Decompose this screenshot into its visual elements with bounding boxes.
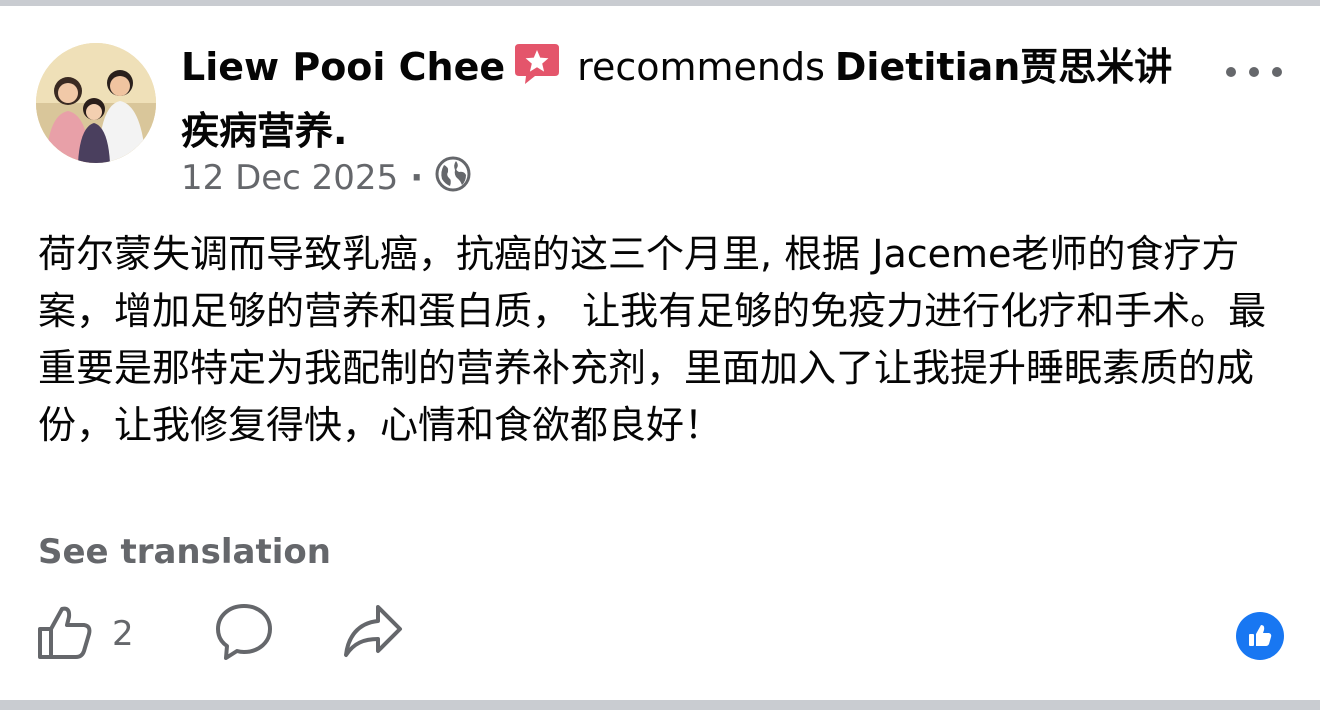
like-button[interactable]: 2 [36, 602, 134, 666]
post-meta: 12 Dec 2025 · [181, 156, 471, 200]
recommend-star-icon [513, 42, 561, 102]
share-icon [342, 603, 404, 665]
comment-button[interactable] [214, 602, 274, 666]
share-button[interactable] [342, 602, 404, 666]
post-header: Liew Pooi Chee recommends Dietitian贾思米讲疾病… [181, 38, 1201, 160]
comment-icon [214, 602, 274, 666]
avatar[interactable] [36, 43, 156, 163]
recommendation-verb: recommends [577, 45, 825, 89]
globe-icon [435, 156, 471, 201]
action-bar: 2 [36, 602, 436, 666]
post-date[interactable]: 12 Dec 2025 [181, 158, 398, 198]
avatar-photo [36, 43, 156, 163]
author-name[interactable]: Liew Pooi Chee [181, 45, 505, 89]
see-translation-link[interactable]: See translation [38, 532, 331, 572]
meta-separator: · [410, 158, 424, 198]
more-options-button[interactable] [1226, 58, 1282, 86]
more-dot-icon [1226, 67, 1236, 77]
more-dot-icon [1272, 67, 1282, 77]
bottom-divider [0, 700, 1320, 710]
top-divider [0, 0, 1320, 6]
post-body: 荷尔蒙失调而导致乳癌，抗癌的这三个月里, 根据 Jaceme老师的食疗方案，增加… [38, 232, 1267, 447]
thumbs-up-icon [36, 603, 94, 665]
more-dot-icon [1249, 67, 1259, 77]
like-reaction-icon[interactable] [1236, 612, 1284, 660]
like-count: 2 [112, 614, 134, 654]
